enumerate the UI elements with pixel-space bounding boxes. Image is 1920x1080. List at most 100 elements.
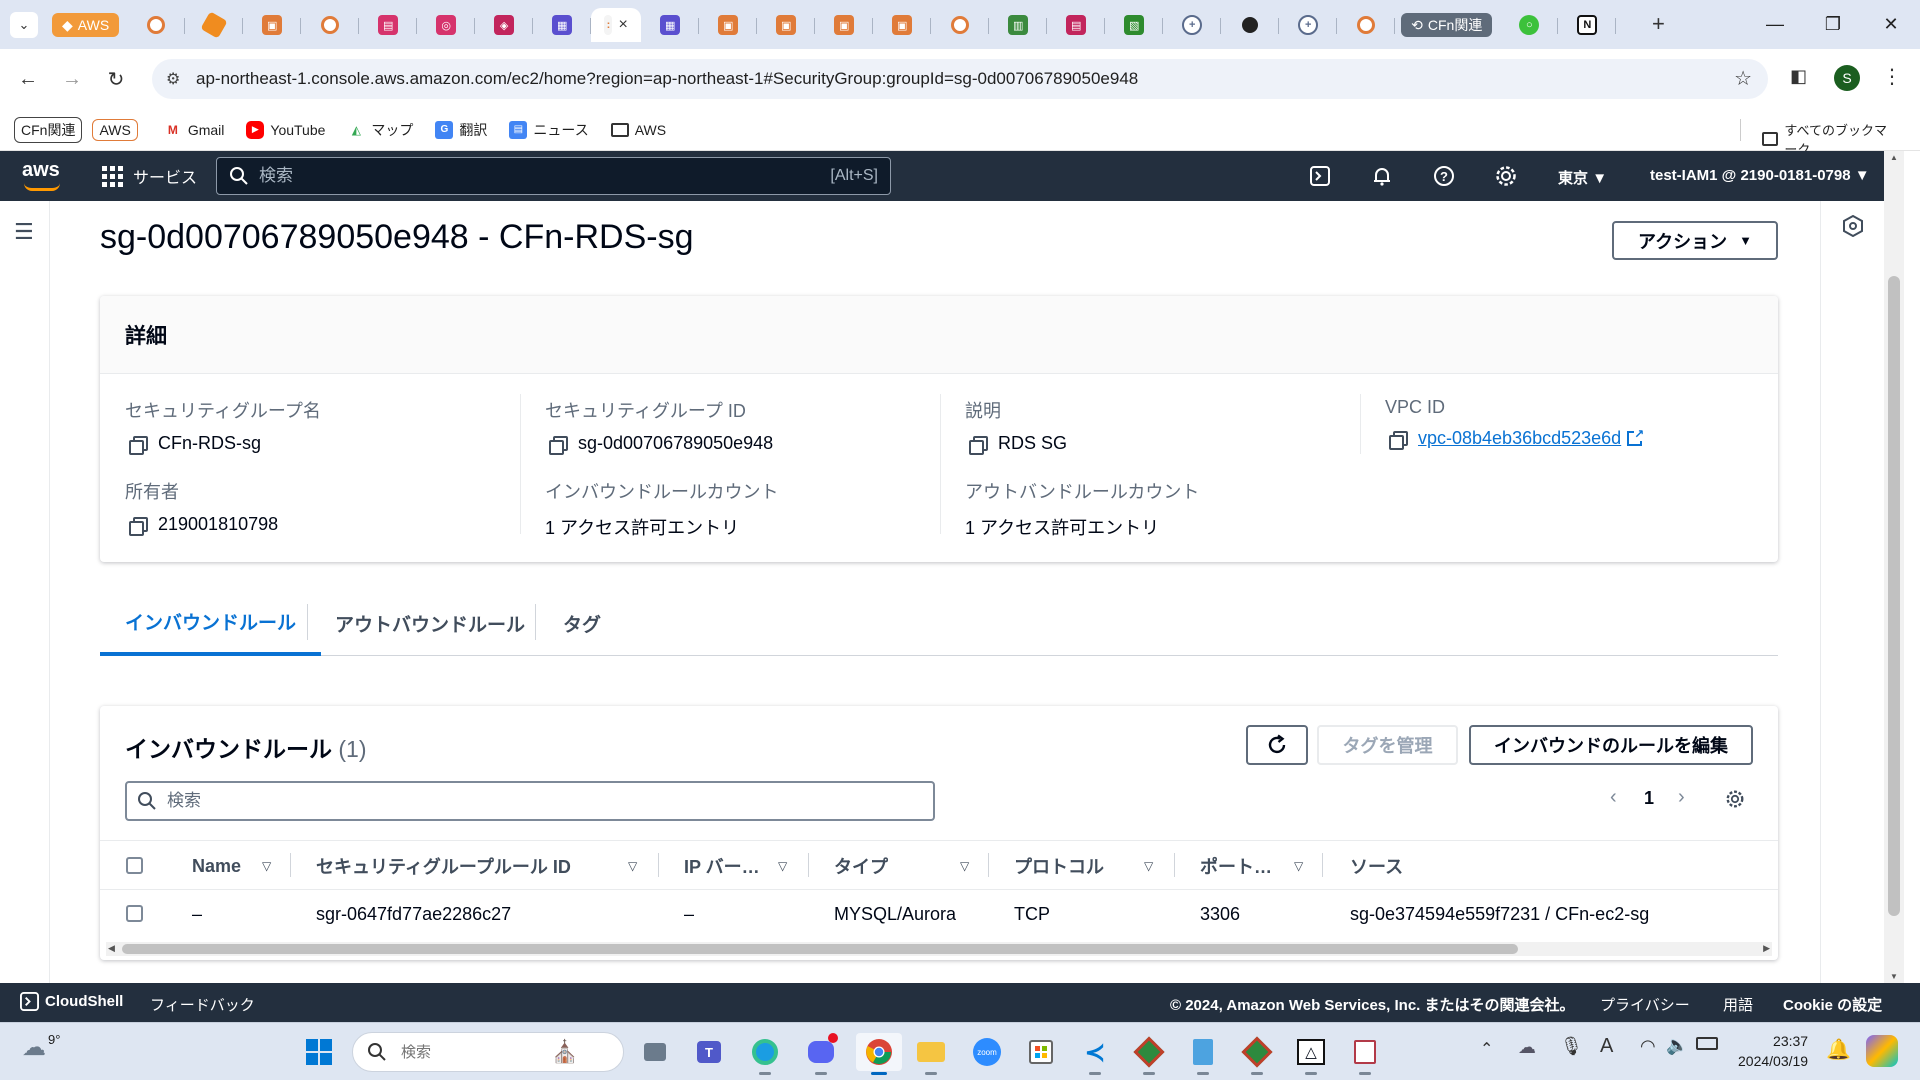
- privacy-link[interactable]: プライバシー: [1600, 994, 1690, 1015]
- onedrive-icon[interactable]: ☁: [1518, 1037, 1536, 1058]
- table-horizontal-scrollbar[interactable]: ◀ ▶: [106, 942, 1772, 956]
- scroll-up-arrow-icon[interactable]: ▲: [1890, 153, 1898, 162]
- aws-logo[interactable]: aws: [22, 159, 60, 191]
- weather-widget[interactable]: ☁ 9°: [22, 1032, 60, 1062]
- copy-icon[interactable]: [549, 435, 568, 455]
- scrollbar-thumb[interactable]: [1888, 276, 1900, 916]
- browser-tab[interactable]: ▤: [1047, 8, 1106, 42]
- browser-tab[interactable]: ◈: [475, 8, 534, 42]
- scroll-left-arrow-icon[interactable]: ◀: [108, 943, 115, 954]
- aws-search-input[interactable]: [259, 166, 779, 186]
- ime-icon[interactable]: A: [1600, 1035, 1613, 1058]
- browser-tab[interactable]: ▦: [533, 8, 592, 42]
- tab-group-aws[interactable]: ◆ AWS: [52, 13, 120, 37]
- edit-inbound-rules-button[interactable]: インバウンドのルールを編集: [1469, 725, 1753, 765]
- restore-icon[interactable]: ❐: [1804, 0, 1862, 49]
- browser-tab[interactable]: ○: [1500, 8, 1559, 42]
- start-button[interactable]: [300, 1033, 338, 1071]
- sort-caret-icon[interactable]: ▽: [778, 859, 787, 873]
- bookmark-gmail[interactable]: M Gmail: [164, 121, 225, 139]
- omnibox[interactable]: ⚙ ap-northeast-1.console.aws.amazon.com/…: [152, 59, 1768, 99]
- browser-tab[interactable]: ▣: [815, 8, 874, 42]
- bookmark-youtube[interactable]: ▶ YouTube: [246, 120, 325, 139]
- git-app-2[interactable]: [1238, 1033, 1276, 1075]
- column-header-ip-version[interactable]: IP バー…: [684, 841, 760, 891]
- sort-caret-icon[interactable]: ▽: [960, 859, 969, 873]
- browser-tab[interactable]: [1221, 8, 1280, 42]
- aws-search-bar[interactable]: [Alt+S]: [216, 157, 891, 195]
- browser-tab[interactable]: ▣: [243, 8, 302, 42]
- select-all-checkbox[interactable]: [126, 857, 143, 874]
- site-info-icon[interactable]: ⚙: [166, 69, 180, 89]
- browser-tab-active[interactable]: : ×: [591, 8, 642, 42]
- browser-tab[interactable]: ▣: [873, 8, 932, 42]
- browser-tab[interactable]: ▥: [989, 8, 1048, 42]
- notepad-app[interactable]: [1184, 1033, 1222, 1075]
- scroll-right-arrow-icon[interactable]: ▶: [1763, 943, 1770, 954]
- services-menu[interactable]: サービス: [102, 164, 197, 188]
- tools-panel-icon[interactable]: [1843, 214, 1863, 242]
- show-hidden-icons-chevron-icon[interactable]: ⌃: [1480, 1039, 1493, 1059]
- taskbar-search-input[interactable]: [401, 1043, 551, 1061]
- prev-page-icon[interactable]: ‹: [1610, 786, 1617, 809]
- chrome-app[interactable]: [856, 1033, 902, 1075]
- back-button[interactable]: ←: [12, 63, 44, 95]
- bookmark-star-icon[interactable]: ☆: [1734, 66, 1752, 91]
- tab-group-cfn[interactable]: ⟲ CFn関連: [1401, 13, 1493, 37]
- browser-tab[interactable]: ▤: [359, 8, 418, 42]
- cloudshell-footer-link[interactable]: CloudShell: [20, 992, 123, 1011]
- browser-tab[interactable]: N: [1558, 8, 1617, 42]
- account-menu[interactable]: test-IAM1 @ 2190-0181-0798 ▼: [1650, 167, 1870, 184]
- column-header-name[interactable]: Name: [192, 841, 241, 891]
- column-header-protocol[interactable]: プロトコル: [1014, 841, 1104, 891]
- edge-app[interactable]: [746, 1033, 784, 1075]
- horizontal-scroll-thumb[interactable]: [122, 944, 1518, 954]
- help-icon[interactable]: ?: [1432, 164, 1456, 188]
- rules-search-input[interactable]: [167, 791, 907, 811]
- vpc-link[interactable]: vpc-08b4eb36bcd523e6d: [1418, 428, 1621, 449]
- browser-tab[interactable]: ▦: [641, 8, 700, 42]
- next-page-icon[interactable]: ›: [1678, 786, 1685, 809]
- copy-icon[interactable]: [129, 435, 148, 455]
- teams-app[interactable]: T: [690, 1033, 728, 1071]
- git-app[interactable]: [1130, 1033, 1168, 1075]
- browser-tab[interactable]: +: [1163, 8, 1222, 42]
- reload-button[interactable]: ↻: [100, 63, 132, 95]
- snipping-tool-app[interactable]: [1346, 1033, 1384, 1075]
- vscode-app[interactable]: ≺: [1076, 1033, 1114, 1075]
- url-text[interactable]: ap-northeast-1.console.aws.amazon.com/ec…: [196, 69, 1138, 89]
- copy-icon[interactable]: [1389, 430, 1408, 450]
- terminal-app[interactable]: △: [1292, 1033, 1330, 1075]
- browser-tab[interactable]: ▣: [699, 8, 758, 42]
- copy-icon[interactable]: [129, 516, 148, 536]
- page-scrollbar[interactable]: ▲ ▼: [1884, 151, 1904, 983]
- browser-tab[interactable]: +: [1279, 8, 1338, 42]
- close-tab-icon[interactable]: ×: [618, 16, 627, 34]
- task-view-button[interactable]: [636, 1033, 674, 1071]
- sort-caret-icon[interactable]: ▽: [628, 859, 637, 873]
- manage-tags-button[interactable]: タグを管理: [1317, 725, 1458, 765]
- wifi-icon[interactable]: ◠: [1640, 1036, 1656, 1057]
- rules-search-field[interactable]: [125, 781, 935, 821]
- bookmark-tag-cfn[interactable]: CFn関連: [14, 116, 83, 143]
- region-selector[interactable]: 東京 ▼: [1558, 167, 1607, 188]
- column-header-type[interactable]: タイプ: [834, 841, 888, 891]
- column-header-port[interactable]: ポート…: [1200, 841, 1272, 891]
- notification-bell-icon[interactable]: 🔔: [1826, 1037, 1851, 1062]
- actions-dropdown-button[interactable]: アクション ▼: [1612, 221, 1778, 260]
- notifications-bell-icon[interactable]: [1370, 164, 1394, 188]
- scroll-down-arrow-icon[interactable]: ▼: [1890, 972, 1898, 981]
- zoom-app[interactable]: zoom: [968, 1033, 1006, 1071]
- browser-tab[interactable]: ▧: [1105, 8, 1164, 42]
- bookmark-news[interactable]: ▤ ニュース: [509, 120, 589, 140]
- store-app[interactable]: [1022, 1033, 1060, 1071]
- bookmark-translate[interactable]: G 翻訳: [435, 120, 487, 140]
- forward-button[interactable]: →: [56, 63, 88, 95]
- browser-tab[interactable]: ▣: [757, 8, 816, 42]
- column-header-source[interactable]: ソース: [1350, 841, 1403, 891]
- refresh-button[interactable]: [1246, 725, 1308, 765]
- column-header-rule-id[interactable]: セキュリティグループルール ID: [316, 841, 571, 891]
- sort-caret-icon[interactable]: ▽: [1144, 859, 1153, 873]
- feedback-link[interactable]: フィードバック: [150, 994, 255, 1015]
- tab-tags[interactable]: タグ: [538, 590, 626, 656]
